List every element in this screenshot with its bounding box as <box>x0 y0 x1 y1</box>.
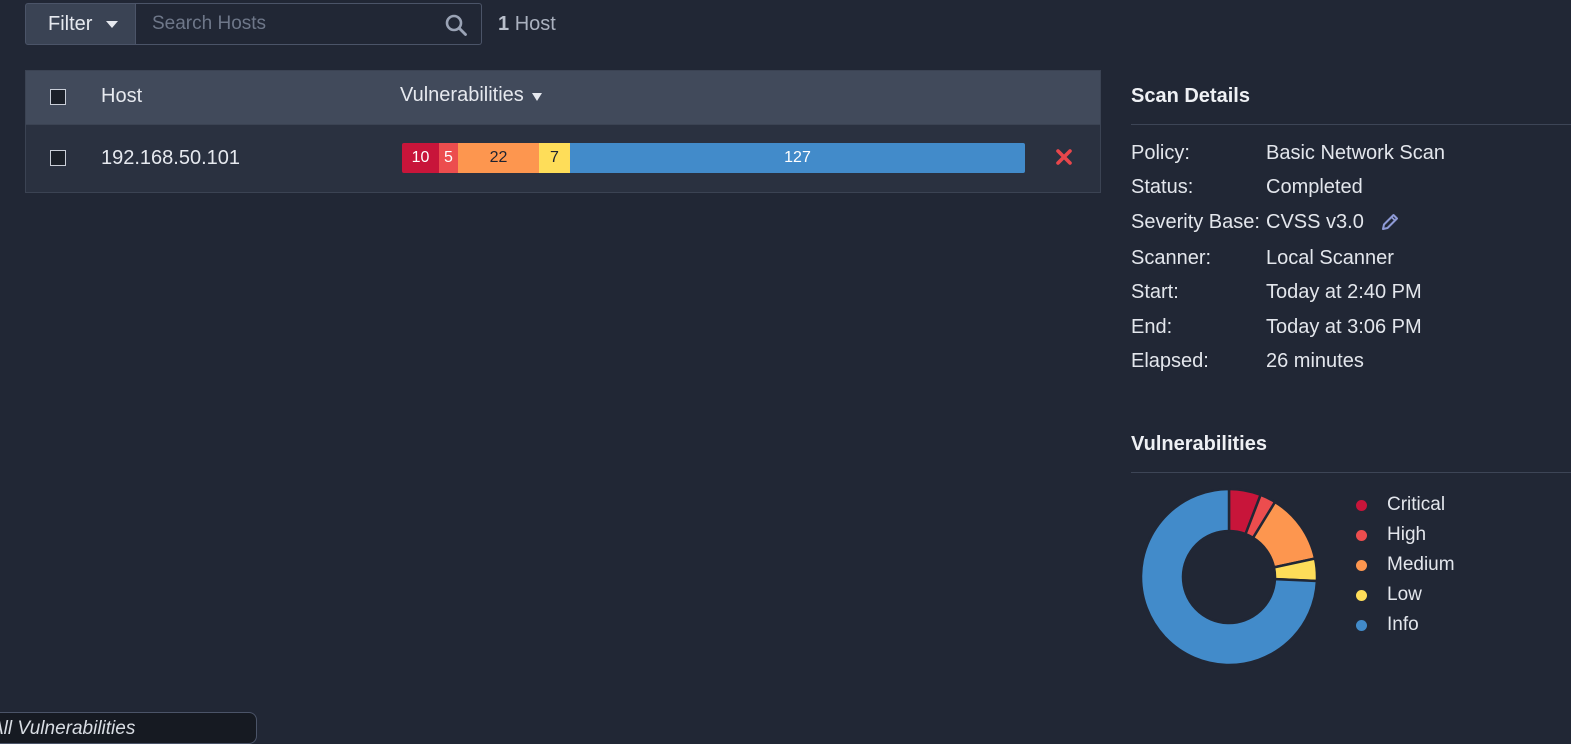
scan-details-title: Scan Details <box>1131 85 1250 107</box>
toolbar: Filter 1 Host <box>25 3 556 45</box>
search-icon[interactable] <box>445 14 467 36</box>
low-count: 7 <box>539 143 570 173</box>
legend-item-low[interactable]: Low <box>1356 580 1455 610</box>
column-header-vulnerabilities[interactable]: Vulnerabilities <box>400 84 542 107</box>
detail-value: Completed <box>1266 176 1363 198</box>
detail-value: 26 minutes <box>1266 350 1364 372</box>
search-box <box>136 3 482 45</box>
info-count: 127 <box>570 143 1025 173</box>
detail-label: Policy: <box>1131 142 1190 164</box>
high-count: 5 <box>439 143 458 173</box>
legend-item-critical[interactable]: Critical <box>1356 490 1455 520</box>
detail-value: Local Scanner <box>1266 247 1394 269</box>
detail-policy: Policy: Basic Network Scan <box>1131 142 1445 165</box>
filter-button[interactable]: Filter <box>25 3 136 45</box>
chart-legend: Critical High Medium Low Info <box>1356 490 1455 640</box>
low-dot-icon <box>1356 589 1367 601</box>
legend-item-info[interactable]: Info <box>1356 610 1455 640</box>
sort-desc-icon <box>531 93 542 101</box>
select-all-checkbox[interactable] <box>50 89 66 105</box>
close-icon[interactable] <box>1055 148 1073 166</box>
host-count-label: Host <box>514 12 556 35</box>
detail-start: Start: Today at 2:40 PM <box>1131 281 1422 304</box>
legend-label: Medium <box>1387 554 1455 575</box>
legend-label: High <box>1387 524 1427 545</box>
detail-value: Today at 2:40 PM <box>1266 281 1422 303</box>
legend-item-high[interactable]: High <box>1356 520 1455 550</box>
detail-label: Status: <box>1131 176 1194 198</box>
table-row[interactable]: 192.168.50.101 10 5 22 7 127 <box>26 124 1100 192</box>
hosts-table: Host Vulnerabilities 192.168.50.101 10 5… <box>25 70 1101 193</box>
vulnerabilities-title: Vulnerabilities <box>1131 433 1267 455</box>
detail-label: Scanner: <box>1131 247 1212 269</box>
tooltip: All Vulnerabilities <box>0 712 257 744</box>
vulnerabilities-donut-chart[interactable] <box>1140 488 1318 666</box>
detail-label: End: <box>1131 316 1173 338</box>
detail-elapsed: Elapsed: 26 minutes <box>1131 350 1364 373</box>
detail-status: Status: Completed <box>1131 176 1363 199</box>
detail-value: Basic Network Scan <box>1266 142 1445 164</box>
detail-label: Elapsed: <box>1131 350 1209 372</box>
high-dot-icon <box>1356 529 1367 541</box>
legend-item-medium[interactable]: Medium <box>1356 550 1455 580</box>
critical-dot-icon <box>1356 499 1367 511</box>
divider <box>1131 472 1571 473</box>
table-header: Host Vulnerabilities <box>26 71 1100 124</box>
caret-down-icon <box>106 20 119 28</box>
filter-label: Filter <box>48 12 93 35</box>
medium-count: 22 <box>458 143 539 173</box>
detail-value: CVSS v3.0 <box>1266 211 1364 233</box>
column-header-host[interactable]: Host <box>101 85 142 108</box>
info-dot-icon <box>1356 619 1367 631</box>
host-ip: 192.168.50.101 <box>101 147 241 169</box>
detail-label: Start: <box>1131 281 1179 303</box>
divider <box>1131 124 1571 125</box>
column-header-vulnerabilities-label: Vulnerabilities <box>400 84 524 106</box>
detail-label: Severity Base: <box>1131 211 1260 233</box>
detail-scanner: Scanner: Local Scanner <box>1131 247 1394 270</box>
detail-severity-base: Severity Base: CVSS v3.0 <box>1131 211 1364 234</box>
host-count: 1 Host <box>498 13 556 36</box>
detail-value: Today at 3:06 PM <box>1266 316 1422 338</box>
row-checkbox[interactable] <box>50 150 66 166</box>
tooltip-text: All Vulnerabilities <box>0 718 136 739</box>
search-input[interactable] <box>150 4 444 44</box>
pencil-icon[interactable] <box>1380 212 1400 232</box>
legend-label: Info <box>1387 614 1419 635</box>
host-count-number: 1 <box>498 12 510 35</box>
legend-label: Critical <box>1387 494 1446 515</box>
legend-label: Low <box>1387 584 1422 605</box>
detail-end: End: Today at 3:06 PM <box>1131 316 1422 339</box>
critical-count: 10 <box>402 143 439 173</box>
medium-dot-icon <box>1356 559 1367 571</box>
vulnerability-bar[interactable]: 10 5 22 7 127 <box>402 143 1025 173</box>
